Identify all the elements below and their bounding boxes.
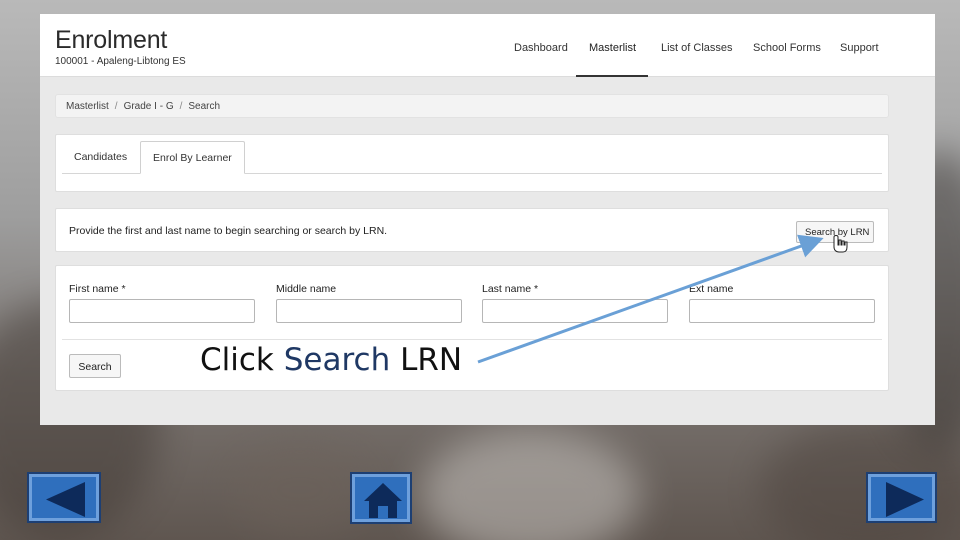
- breadcrumb-grade[interactable]: Grade I - G: [124, 101, 174, 112]
- back-button[interactable]: [27, 472, 101, 523]
- callout-prefix: Click: [200, 342, 284, 378]
- background-photo-blur: [230, 440, 370, 540]
- triangle-right-icon: [886, 482, 924, 517]
- tab-candidates[interactable]: Candidates: [62, 141, 139, 174]
- app-screenshot: Enrolment 100001 - Apaleng-Libtong ES Da…: [40, 14, 935, 425]
- next-button[interactable]: [866, 472, 937, 523]
- app-title: Enrolment: [55, 26, 168, 54]
- school-name: 100001 - Apaleng-Libtong ES: [55, 56, 186, 67]
- breadcrumb: Masterlist / Grade I - G / Search: [55, 94, 889, 118]
- middle-name-label: Middle name: [276, 283, 337, 295]
- search-instructions: Provide the first and last name to begin…: [69, 225, 388, 237]
- form-divider: [62, 339, 882, 340]
- breadcrumb-separator: /: [114, 101, 118, 112]
- breadcrumb-search: Search: [188, 101, 221, 112]
- search-button[interactable]: Search: [69, 354, 121, 378]
- background-photo-blur: [420, 430, 640, 540]
- middle-name-field[interactable]: [276, 299, 462, 323]
- callout-suffix: LRN: [390, 342, 463, 378]
- triangle-left-icon: [46, 482, 85, 517]
- ext-name-label: Ext name: [689, 283, 734, 295]
- breadcrumb-separator: /: [179, 101, 183, 112]
- nav-support[interactable]: Support: [840, 42, 879, 54]
- last-name-label: Last name *: [482, 283, 539, 295]
- home-icon: [364, 483, 402, 518]
- nav-dashboard[interactable]: Dashboard: [514, 42, 568, 54]
- nav-list-of-classes[interactable]: List of Classes: [661, 42, 733, 54]
- first-name-field[interactable]: [69, 299, 255, 323]
- breadcrumb-masterlist[interactable]: Masterlist: [66, 101, 109, 112]
- first-name-label: First name *: [69, 283, 126, 295]
- ext-name-field[interactable]: [689, 299, 875, 323]
- nav-masterlist[interactable]: Masterlist: [589, 42, 636, 54]
- search-by-lrn-button[interactable]: Search by LRN: [796, 221, 874, 243]
- last-name-field[interactable]: [482, 299, 668, 323]
- app-header: Enrolment 100001 - Apaleng-Libtong ES Da…: [40, 14, 935, 77]
- nav-school-forms[interactable]: School Forms: [753, 42, 821, 54]
- home-button[interactable]: [350, 472, 412, 524]
- active-nav-indicator: [576, 75, 648, 77]
- instruction-callout: Click Search LRN: [200, 342, 462, 378]
- tabs-panel: Candidates Enrol By Learner: [55, 134, 889, 192]
- search-info-panel: Provide the first and last name to begin…: [55, 208, 889, 252]
- name-search-form: First name * Middle name Last name * Ext…: [55, 265, 889, 391]
- tab-enrol-by-learner[interactable]: Enrol By Learner: [140, 141, 245, 174]
- callout-highlight: Search: [283, 342, 391, 378]
